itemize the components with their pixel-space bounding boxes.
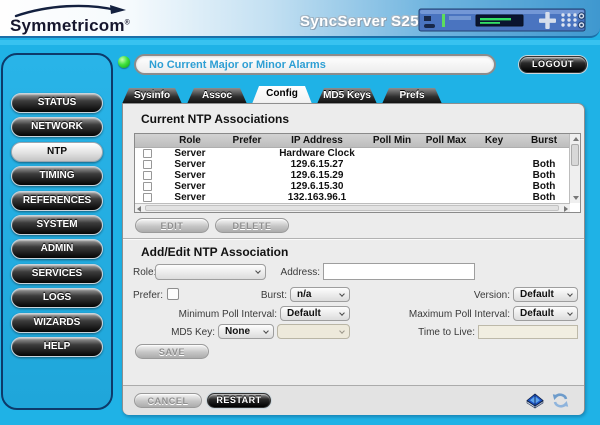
sidebar-item-timing[interactable]: TIMING (11, 166, 103, 186)
product-title: SyncServer S250 (300, 13, 428, 30)
sidebar-item-ntp[interactable]: NTP (11, 142, 103, 162)
column-prefer: Prefer (221, 134, 273, 147)
chevron-down-icon (263, 328, 269, 334)
column-key: Key (469, 134, 519, 147)
ntp-associations-table: Role Prefer IP Address Poll Min Poll Max… (134, 133, 581, 213)
ttl-label: Time to Live: (413, 327, 475, 338)
prefer-checkbox[interactable] (167, 288, 179, 300)
column-checkbox (135, 134, 159, 147)
column-poll-max: Poll Max (423, 134, 469, 147)
status-led-icon (118, 56, 130, 68)
sidebar-nav: STATUS NETWORK NTP TIMING REFERENCES SYS… (1, 53, 113, 410)
table-row: Server 129.6.15.27 Both (135, 159, 580, 170)
burst-label: Burst: (251, 290, 287, 301)
ttl-input[interactable] (478, 325, 578, 339)
scroll-up-icon[interactable] (573, 137, 579, 141)
min-poll-label: Minimum Poll Interval: (163, 309, 277, 320)
row-checkbox[interactable] (143, 182, 152, 191)
address-label: Address: (276, 267, 320, 278)
restart-button[interactable]: RESTART (207, 393, 271, 408)
version-select[interactable]: Default (513, 287, 578, 302)
chevron-down-icon (339, 291, 345, 297)
refresh-icon[interactable] (551, 392, 570, 409)
table-row: Server 129.6.15.30 Both (135, 181, 580, 192)
sidebar-item-services[interactable]: SERVICES (11, 264, 103, 284)
tab-md5-keys[interactable]: MD5 Keys (317, 88, 377, 104)
md5-key-label: MD5 Key: (163, 327, 215, 338)
row-checkbox[interactable] (143, 171, 152, 180)
md5-key-value-select[interactable] (277, 324, 350, 339)
prefer-label: Prefer: (133, 290, 163, 301)
address-input[interactable] (323, 263, 475, 280)
tab-sysinfo[interactable]: Sysinfo (122, 88, 182, 104)
save-button[interactable]: SAVE (135, 344, 209, 359)
sidebar-item-admin[interactable]: ADMIN (11, 239, 103, 259)
table-header-row: Role Prefer IP Address Poll Min Poll Max… (135, 134, 580, 148)
row-checkbox[interactable] (143, 160, 152, 169)
sidebar-item-wizards[interactable]: WIZARDS (11, 313, 103, 333)
alarm-status-box: No Current Major or Minor Alarms (134, 54, 496, 75)
column-ip-address: IP Address (273, 134, 361, 147)
chevron-down-icon (567, 310, 573, 316)
table-row: Server 132.163.96.1 Both (135, 192, 580, 203)
row-checkbox[interactable] (143, 193, 152, 202)
tab-assoc[interactable]: Assoc (187, 88, 247, 104)
associations-title: Current NTP Associations (141, 112, 289, 126)
tab-config[interactable]: Config (252, 86, 312, 104)
sidebar-item-references[interactable]: REFERENCES (11, 191, 103, 211)
role-select[interactable] (155, 264, 266, 280)
scroll-right-icon[interactable] (564, 206, 568, 212)
row-checkbox[interactable] (143, 149, 152, 158)
sidebar-item-system[interactable]: SYSTEM (11, 215, 103, 235)
column-burst: Burst (519, 134, 569, 147)
md5-key-select[interactable]: None (218, 324, 274, 339)
panel-footer-bar: CANCEL RESTART (123, 385, 584, 415)
sidebar-item-help[interactable]: HELP (11, 337, 103, 357)
scroll-down-icon[interactable] (573, 196, 579, 200)
app-header: Symmetricom® SyncServer S250 (0, 0, 600, 38)
header-divider-strip (0, 40, 600, 45)
section-divider (123, 238, 584, 240)
registered-mark: ® (125, 19, 130, 26)
max-poll-label: Maximum Poll Interval: (393, 309, 510, 320)
chevron-down-icon (339, 328, 345, 334)
scroll-left-icon[interactable] (137, 206, 141, 212)
chevron-down-icon (339, 310, 345, 316)
max-poll-select[interactable]: Default (513, 306, 578, 321)
tab-prefs[interactable]: Prefs (382, 88, 442, 104)
edit-button[interactable]: EDIT (135, 218, 209, 233)
cancel-button[interactable]: CANCEL (134, 393, 202, 408)
chevron-down-icon (567, 291, 573, 297)
add-edit-title: Add/Edit NTP Association (141, 245, 288, 259)
column-poll-min: Poll Min (361, 134, 423, 147)
alarm-status-text: No Current Major or Minor Alarms (149, 59, 326, 71)
version-label: Version: (460, 290, 510, 301)
content-panel: Current NTP Associations Role Prefer IP … (122, 103, 585, 415)
table-vertical-scrollbar[interactable] (569, 134, 580, 203)
sidebar-item-network[interactable]: NETWORK (11, 117, 103, 137)
symmetricom-logo: Symmetricom® (10, 4, 140, 36)
table-row: Server Hardware Clock (135, 148, 580, 159)
logout-button[interactable]: LOGOUT (519, 56, 587, 73)
role-label: Role: (133, 267, 156, 278)
table-horizontal-scrollbar[interactable] (135, 203, 570, 212)
column-role: Role (159, 134, 221, 147)
min-poll-select[interactable]: Default (280, 306, 350, 321)
delete-button[interactable]: DELETE (215, 218, 289, 233)
vertical-scroll-thumb[interactable] (571, 144, 579, 166)
device-image (418, 6, 586, 33)
table-row: Server 129.6.15.29 Both (135, 170, 580, 181)
help-book-icon[interactable] (525, 391, 545, 409)
sidebar-item-status[interactable]: STATUS (11, 93, 103, 113)
tab-bar: Sysinfo Assoc Config MD5 Keys Prefs (122, 86, 585, 104)
sidebar-item-logs[interactable]: LOGS (11, 288, 103, 308)
burst-select[interactable]: n/a (290, 287, 350, 302)
horizontal-scroll-thumb[interactable] (145, 205, 559, 211)
table-body: Server Hardware Clock Server 129.6.15.27… (135, 148, 580, 203)
logo-text: Symmetricom® (10, 16, 130, 36)
chevron-down-icon (255, 268, 261, 274)
